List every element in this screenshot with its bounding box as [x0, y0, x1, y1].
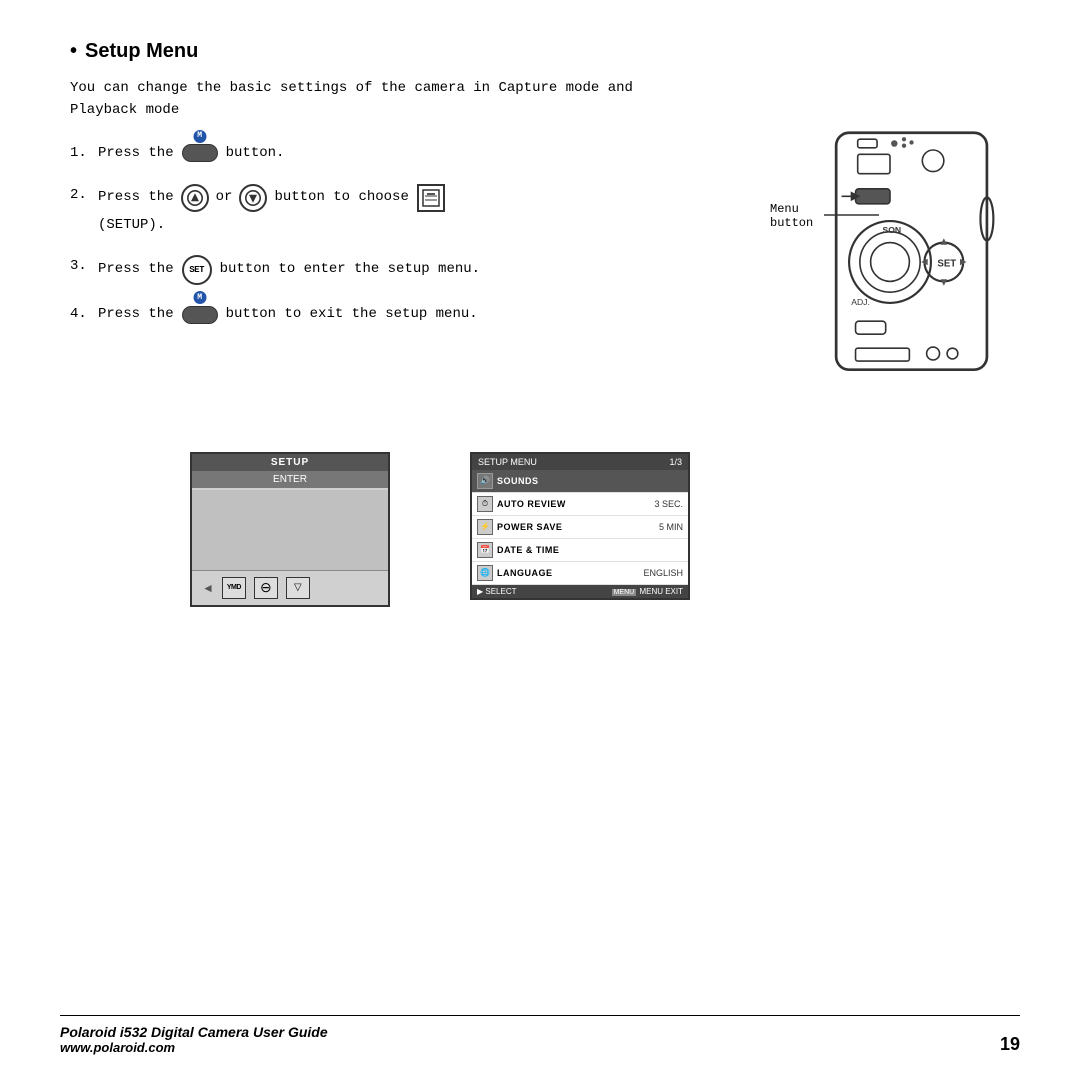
nav-down-button [239, 184, 267, 212]
footer-line1: Polaroid i532 Digital Camera User Guide [60, 1024, 328, 1040]
right-footer-select: ▶ SELECT [477, 587, 517, 596]
nav-up-button [181, 184, 209, 212]
screenshots-row: SETUP ENTER ◄ YMD ⊖ ▽ SETUP MENU 1/3 🔊 [70, 452, 1020, 607]
m-button-icon: M [182, 142, 218, 166]
set-button-icon: SET [182, 255, 212, 285]
circle-icon: ⊖ [254, 577, 278, 599]
menu-item-sounds: 🔊 SOUNDS [472, 470, 688, 493]
sounds-label: SOUNDS [497, 476, 683, 486]
ymd-icon: YMD [222, 577, 246, 599]
step-3-text-after: button to enter the setup menu. [220, 258, 480, 282]
step-3: 3. Press the SET button to enter the set… [70, 255, 650, 285]
step-1: 1. Press the M button. [70, 142, 650, 166]
step-1-text-before: Press the [98, 142, 174, 166]
setup-choice-icon [417, 184, 445, 212]
step-2: 2. Press the or button to choose [70, 184, 650, 238]
menu-item-language: 🌐 LANGUAGE ENGLISH [472, 562, 688, 585]
step-1-number: 1. [70, 142, 92, 166]
left-screen-enter: ENTER [192, 471, 388, 488]
language-label: LANGUAGE [497, 568, 639, 578]
auto-review-label: AUTO REVIEW [497, 499, 650, 509]
step-4-text-after: button to exit the setup menu. [226, 303, 478, 327]
language-icon: 🌐 [477, 565, 493, 581]
step-2-or-text: or [216, 186, 233, 210]
date-time-icon: 📅 [477, 542, 493, 558]
menu-item-auto-review: ⏱ AUTO REVIEW 3 SEC. [472, 493, 688, 516]
svg-text:SET: SET [937, 258, 956, 269]
step-2-extra: (SETUP). [98, 217, 165, 233]
title-text: Setup Menu [85, 40, 198, 63]
step-4-number: 4. [70, 303, 92, 327]
footer-line2: www.polaroid.com [60, 1040, 328, 1055]
left-screen-body [192, 490, 388, 570]
auto-review-icon: ⏱ [477, 496, 493, 512]
left-screen-footer: ◄ YMD ⊖ ▽ [192, 570, 388, 605]
sounds-icon: 🔊 [477, 473, 493, 489]
step-3-number: 3. [70, 255, 92, 279]
right-footer-exit: MENU MENU EXIT [612, 587, 683, 596]
date-time-label: DATE & TIME [497, 545, 679, 555]
menu-item-power-save: ⚡ POWER SAVE 5 MIN [472, 516, 688, 539]
left-arrow-indicator: ◄ [202, 581, 214, 595]
power-save-label: POWER SAVE [497, 522, 655, 532]
power-save-value: 5 MIN [659, 522, 683, 532]
svg-text:ADJ.: ADJ. [851, 297, 870, 307]
right-screen-header: SETUP MENU 1/3 [472, 454, 688, 470]
m-button-icon-2: M [182, 303, 218, 327]
power-save-icon: ⚡ [477, 519, 493, 535]
step-4-text-before: Press the [98, 303, 174, 327]
language-value: ENGLISH [643, 568, 683, 578]
menu-item-date-time: 📅 DATE & TIME [472, 539, 688, 562]
setup-icon-small: ▽ [286, 577, 310, 599]
camera-diagram: Menu button [760, 122, 1020, 402]
step-2-text-middle: button to choose [274, 186, 408, 210]
right-screen-title: SETUP MENU [478, 457, 537, 467]
footer-left: Polaroid i532 Digital Camera User Guide … [60, 1024, 328, 1055]
page-number: 19 [1000, 1034, 1020, 1055]
step-3-text-before: Press the [98, 258, 174, 282]
svg-text:SON: SON [882, 225, 901, 235]
step-2-number: 2. [70, 184, 92, 208]
left-screen-header: SETUP [192, 454, 388, 471]
right-screen: SETUP MENU 1/3 🔊 SOUNDS ⏱ AUTO REVIEW 3 … [470, 452, 690, 600]
menu-badge: MENU [612, 589, 637, 596]
section-title: Setup Menu [70, 40, 1020, 63]
auto-review-value: 3 SEC. [654, 499, 683, 509]
step-2-text-before: Press the [98, 186, 174, 210]
right-screen-footer: ▶ SELECT MENU MENU EXIT [472, 585, 688, 598]
right-screen-page: 1/3 [669, 457, 682, 467]
left-screen: SETUP ENTER ◄ YMD ⊖ ▽ [190, 452, 390, 607]
step-1-text-after: button. [226, 142, 285, 166]
intro-paragraph: You can change the basic settings of the… [70, 77, 670, 122]
page-footer: Polaroid i532 Digital Camera User Guide … [60, 1015, 1020, 1055]
step-4: 4. Press the M button to exit the setup … [70, 303, 650, 327]
intro-text: You can change the basic settings of the… [70, 80, 633, 118]
